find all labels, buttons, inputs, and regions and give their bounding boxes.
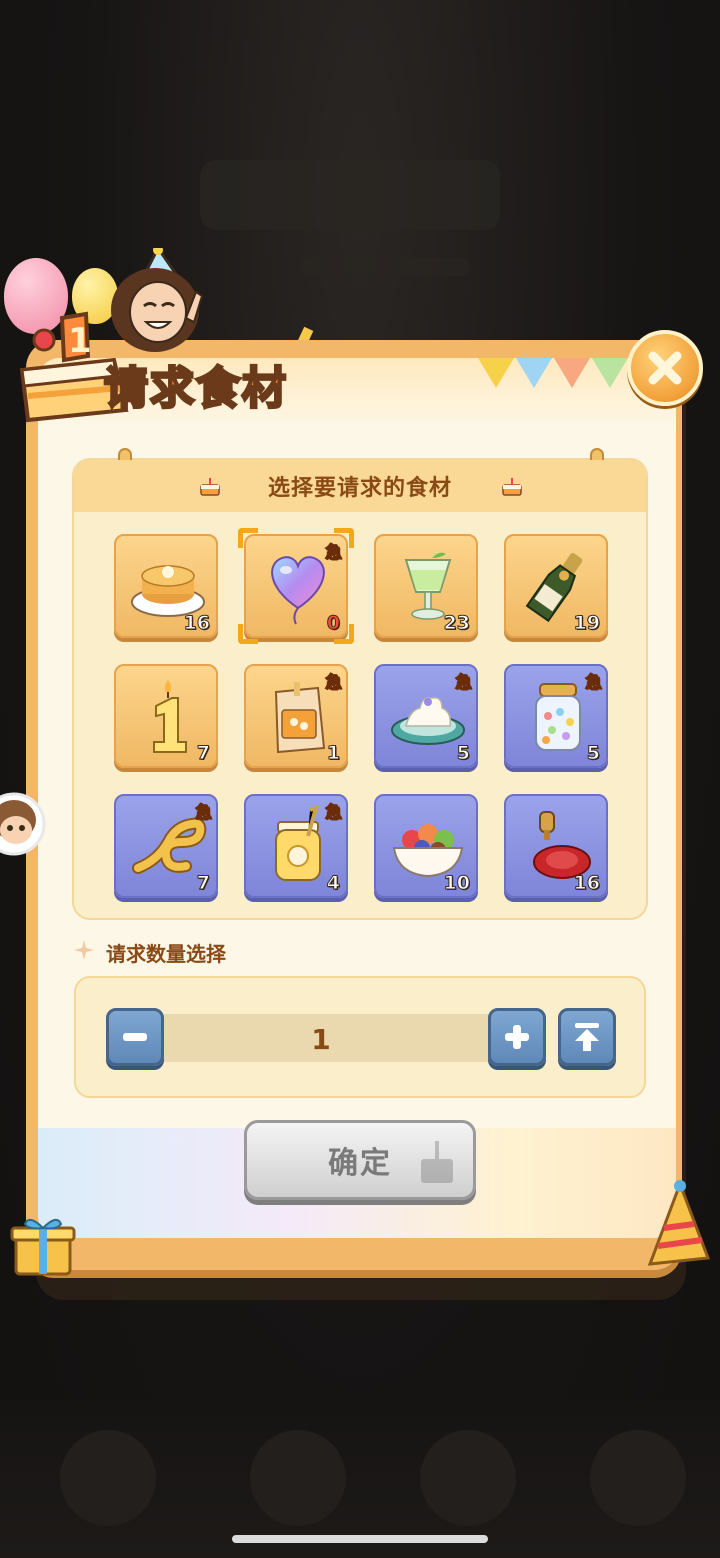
urgent-badge: 急 xyxy=(195,803,213,824)
bunting-flag xyxy=(478,358,514,388)
ingredient-count: 5 xyxy=(456,742,470,765)
max-quantity-button[interactable] xyxy=(558,1008,616,1066)
urgent-badge: 急 xyxy=(325,803,343,824)
background-event-banner xyxy=(200,160,500,230)
ingredient-tile-wax-seal[interactable]: 16 xyxy=(504,794,608,898)
ingredient-tile-heart-balloon[interactable]: 急 0 xyxy=(238,528,354,644)
quantity-value: 1 xyxy=(311,1023,331,1056)
ingredient-tile-gold-ribbon[interactable]: 急 7 xyxy=(114,794,218,898)
ingredient-count: 4 xyxy=(326,872,340,895)
ingredient-selection-card: 选择要请求的食材 16 急 0 23 19 7 急 1 急 5 急 5 急 7 … xyxy=(72,448,648,920)
sparkle-icon xyxy=(74,940,94,960)
ingredient-count: 7 xyxy=(196,872,210,895)
urgent-badge: 急 xyxy=(325,673,343,694)
selection-corner xyxy=(238,624,258,644)
ingredient-count: 7 xyxy=(196,742,210,765)
urgent-badge: 急 xyxy=(455,673,473,694)
bunting-flag xyxy=(592,358,628,388)
ingredient-tile-honey-jar[interactable]: 急 4 xyxy=(244,794,348,898)
ingredient-tile-champagne[interactable]: 19 xyxy=(504,534,608,638)
ingredient-tile-fruit-bowl[interactable]: 10 xyxy=(374,794,478,898)
urgent-badge: 急 xyxy=(325,543,343,564)
section-title: 选择要请求的食材 xyxy=(267,476,452,501)
quantity-card: 1 xyxy=(74,976,646,1098)
ingredient-count: 1 xyxy=(326,742,340,765)
bunting-flag xyxy=(554,358,590,388)
ingredient-count: 0 xyxy=(326,612,340,635)
ingredient-tile-food-bag[interactable]: 急 1 xyxy=(244,664,348,768)
ingredient-tile-number-candle[interactable]: 7 xyxy=(114,664,218,768)
cake-watermark-icon xyxy=(421,1141,453,1183)
ingredient-count: 10 xyxy=(443,872,470,895)
section-header: 选择要请求的食材 xyxy=(74,460,646,512)
dialog-title: 请求食材 xyxy=(103,362,288,416)
gift-box-icon xyxy=(10,1218,76,1276)
cake-icon xyxy=(200,478,220,496)
quantity-label: 请求数量选择 xyxy=(106,942,226,966)
ingredient-count: 19 xyxy=(573,612,600,635)
selection-corner xyxy=(238,528,258,548)
header-badge-number: 1 xyxy=(68,321,92,361)
increase-button[interactable] xyxy=(488,1008,546,1066)
ingredient-tile-candy-jar[interactable]: 急 5 xyxy=(504,664,608,768)
character-avatar xyxy=(111,248,204,352)
minus-icon xyxy=(123,1033,147,1041)
ingredient-grid: 16 急 0 23 19 7 急 1 急 5 急 5 急 7 急 4 10 16 xyxy=(114,528,608,898)
ingredient-tile-cream-plate[interactable]: 急 5 xyxy=(374,664,478,768)
ingredient-count: 23 xyxy=(443,612,470,635)
confirm-button[interactable]: 确定 xyxy=(244,1120,476,1200)
decrease-button[interactable] xyxy=(106,1008,164,1066)
ingredient-tile-jelly-drink[interactable]: 23 xyxy=(374,534,478,638)
close-button[interactable] xyxy=(627,330,703,406)
ingredient-count: 16 xyxy=(573,872,600,895)
max-arrow-icon xyxy=(575,1023,599,1051)
background-tab xyxy=(250,1430,346,1526)
ingredient-count: 5 xyxy=(586,742,600,765)
close-icon xyxy=(648,351,682,385)
bunting-flag xyxy=(516,358,552,388)
background-tab xyxy=(60,1430,156,1526)
side-character-avatar[interactable] xyxy=(0,780,46,868)
background-tab xyxy=(590,1430,686,1526)
plus-icon xyxy=(505,1025,529,1049)
cake-icon xyxy=(502,478,522,496)
ingredient-count: 16 xyxy=(183,612,210,635)
ingredient-tile-pancake[interactable]: 16 xyxy=(114,534,218,638)
background-timer xyxy=(300,258,470,276)
background-tab xyxy=(420,1430,516,1526)
confirm-label: 确定 xyxy=(328,1146,392,1181)
home-indicator xyxy=(232,1535,488,1543)
urgent-badge: 急 xyxy=(585,673,603,694)
party-hat-icon xyxy=(647,1180,711,1266)
